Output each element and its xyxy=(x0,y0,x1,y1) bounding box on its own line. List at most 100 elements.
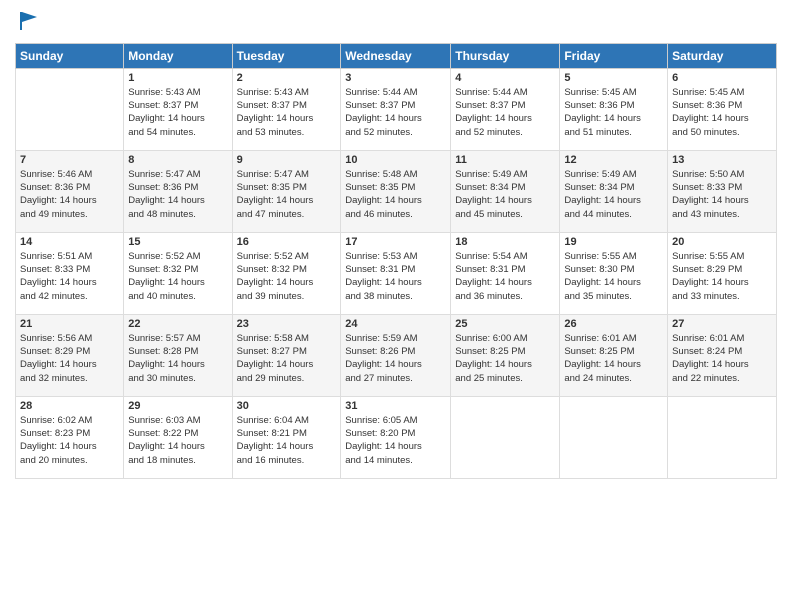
day-number: 4 xyxy=(455,72,555,84)
day-cell: 9Sunrise: 5:47 AM Sunset: 8:35 PM Daylig… xyxy=(232,150,341,232)
page: SundayMondayTuesdayWednesdayThursdayFrid… xyxy=(0,0,792,612)
day-info: Sunrise: 5:44 AM Sunset: 8:37 PM Dayligh… xyxy=(455,86,555,139)
day-info: Sunrise: 5:53 AM Sunset: 8:31 PM Dayligh… xyxy=(345,250,446,303)
day-cell: 13 Sunrise: 5:50 AM Sunset: 8:33 PM Dayli… xyxy=(668,150,777,232)
day-cell: 3 Sunrise: 5:44 AM Sunset: 8:37 PM Daylig… xyxy=(341,68,451,150)
day-cell xyxy=(451,396,560,478)
day-number: 17 xyxy=(345,236,446,248)
day-cell: 24 Sunrise: 5:59 AM Sunset: 8:26 PM Dayli… xyxy=(341,314,451,396)
day-cell: 27 Sunrise: 6:01 AM Sunset: 8:24 PM Dayli… xyxy=(668,314,777,396)
day-info: Sunrise: 5:56 AM Sunset: 8:29 PM Dayligh… xyxy=(20,332,119,385)
day-info: Sunrise: 5:46 AM Sunset: 8:36 PM Dayligh… xyxy=(20,168,119,221)
day-number: 12 xyxy=(564,154,663,166)
day-info: Sunrise: 6:01 AM Sunset: 8:25 PM Dayligh… xyxy=(564,332,663,385)
week-row-1: 1 Sunrise: 5:43 AM Sunset: 8:37 PM Daylig… xyxy=(16,68,777,150)
day-number: 22 xyxy=(128,318,227,330)
day-cell: 26 Sunrise: 6:01 AM Sunset: 8:25 PM Dayli… xyxy=(560,314,668,396)
day-cell: 4 Sunrise: 5:44 AM Sunset: 8:37 PM Daylig… xyxy=(451,68,560,150)
day-cell xyxy=(668,396,777,478)
day-info: Sunrise: 5:47 AM Sunset: 8:35 PM Dayligh… xyxy=(237,168,337,221)
day-info: Sunrise: 5:43 AM Sunset: 8:37 PM Dayligh… xyxy=(128,86,227,139)
day-cell: 7 Sunrise: 5:46 AM Sunset: 8:36 PM Daylig… xyxy=(16,150,124,232)
day-info: Sunrise: 6:03 AM Sunset: 8:22 PM Dayligh… xyxy=(128,414,227,467)
day-number: 13 xyxy=(672,154,772,166)
day-cell: 12 Sunrise: 5:49 AM Sunset: 8:34 PM Dayli… xyxy=(560,150,668,232)
day-number: 20 xyxy=(672,236,772,248)
day-info: Sunrise: 5:51 AM Sunset: 8:33 PM Dayligh… xyxy=(20,250,119,303)
day-info: Sunrise: 5:49 AM Sunset: 8:34 PM Dayligh… xyxy=(455,168,555,221)
header-cell-wednesday: Wednesday xyxy=(341,43,451,68)
day-info: Sunrise: 5:50 AM Sunset: 8:33 PM Dayligh… xyxy=(672,168,772,221)
header-cell-monday: Monday xyxy=(124,43,232,68)
day-cell: 22 Sunrise: 5:57 AM Sunset: 8:28 PM Dayli… xyxy=(124,314,232,396)
day-number: 25 xyxy=(455,318,555,330)
day-cell: 29Sunrise: 6:03 AM Sunset: 8:22 PM Dayli… xyxy=(124,396,232,478)
header-row: SundayMondayTuesdayWednesdayThursdayFrid… xyxy=(16,43,777,68)
day-cell: 20Sunrise: 5:55 AM Sunset: 8:29 PM Dayli… xyxy=(668,232,777,314)
logo-flag-icon xyxy=(17,10,39,32)
day-number: 31 xyxy=(345,400,446,412)
header-cell-friday: Friday xyxy=(560,43,668,68)
day-cell: 25Sunrise: 6:00 AM Sunset: 8:25 PM Dayli… xyxy=(451,314,560,396)
day-cell xyxy=(560,396,668,478)
day-number: 24 xyxy=(345,318,446,330)
day-number: 14 xyxy=(20,236,119,248)
logo xyxy=(15,10,39,37)
day-cell: 31 Sunrise: 6:05 AM Sunset: 8:20 PM Dayli… xyxy=(341,396,451,478)
day-info: Sunrise: 5:54 AM Sunset: 8:31 PM Dayligh… xyxy=(455,250,555,303)
day-info: Sunrise: 5:44 AM Sunset: 8:37 PM Dayligh… xyxy=(345,86,446,139)
day-cell: 5 Sunrise: 5:45 AM Sunset: 8:36 PM Daylig… xyxy=(560,68,668,150)
day-number: 1 xyxy=(128,72,227,84)
day-number: 11 xyxy=(455,154,555,166)
day-cell: 16 Sunrise: 5:52 AM Sunset: 8:32 PM Dayli… xyxy=(232,232,341,314)
header-cell-thursday: Thursday xyxy=(451,43,560,68)
day-number: 27 xyxy=(672,318,772,330)
day-number: 10 xyxy=(345,154,446,166)
day-cell: 30 Sunrise: 6:04 AM Sunset: 8:21 PM Dayli… xyxy=(232,396,341,478)
day-info: Sunrise: 6:02 AM Sunset: 8:23 PM Dayligh… xyxy=(20,414,119,467)
day-info: Sunrise: 5:47 AM Sunset: 8:36 PM Dayligh… xyxy=(128,168,227,221)
day-info: Sunrise: 5:59 AM Sunset: 8:26 PM Dayligh… xyxy=(345,332,446,385)
day-info: Sunrise: 6:01 AM Sunset: 8:24 PM Dayligh… xyxy=(672,332,772,385)
day-info: Sunrise: 5:57 AM Sunset: 8:28 PM Dayligh… xyxy=(128,332,227,385)
day-info: Sunrise: 5:45 AM Sunset: 8:36 PM Dayligh… xyxy=(564,86,663,139)
day-info: Sunrise: 5:48 AM Sunset: 8:35 PM Dayligh… xyxy=(345,168,446,221)
header-cell-tuesday: Tuesday xyxy=(232,43,341,68)
day-cell: 15 Sunrise: 5:52 AM Sunset: 8:32 PM Dayli… xyxy=(124,232,232,314)
day-cell xyxy=(16,68,124,150)
day-number: 21 xyxy=(20,318,119,330)
day-number: 18 xyxy=(455,236,555,248)
day-cell: 23Sunrise: 5:58 AM Sunset: 8:27 PM Dayli… xyxy=(232,314,341,396)
header-cell-sunday: Sunday xyxy=(16,43,124,68)
day-number: 6 xyxy=(672,72,772,84)
day-number: 2 xyxy=(237,72,337,84)
day-info: Sunrise: 5:52 AM Sunset: 8:32 PM Dayligh… xyxy=(237,250,337,303)
day-number: 8 xyxy=(128,154,227,166)
day-cell: 14 Sunrise: 5:51 AM Sunset: 8:33 PM Dayli… xyxy=(16,232,124,314)
day-cell: 8 Sunrise: 5:47 AM Sunset: 8:36 PM Daylig… xyxy=(124,150,232,232)
day-info: Sunrise: 5:52 AM Sunset: 8:32 PM Dayligh… xyxy=(128,250,227,303)
day-cell: 11 Sunrise: 5:49 AM Sunset: 8:34 PM Dayli… xyxy=(451,150,560,232)
week-row-5: 28 Sunrise: 6:02 AM Sunset: 8:23 PM Dayli… xyxy=(16,396,777,478)
day-info: Sunrise: 6:04 AM Sunset: 8:21 PM Dayligh… xyxy=(237,414,337,467)
day-info: Sunrise: 5:43 AM Sunset: 8:37 PM Dayligh… xyxy=(237,86,337,139)
day-number: 30 xyxy=(237,400,337,412)
day-number: 3 xyxy=(345,72,446,84)
day-cell: 10 Sunrise: 5:48 AM Sunset: 8:35 PM Dayli… xyxy=(341,150,451,232)
day-number: 16 xyxy=(237,236,337,248)
day-cell: 1 Sunrise: 5:43 AM Sunset: 8:37 PM Daylig… xyxy=(124,68,232,150)
day-info: Sunrise: 5:49 AM Sunset: 8:34 PM Dayligh… xyxy=(564,168,663,221)
day-cell: 2 Sunrise: 5:43 AM Sunset: 8:37 PM Daylig… xyxy=(232,68,341,150)
day-cell: 21 Sunrise: 5:56 AM Sunset: 8:29 PM Dayli… xyxy=(16,314,124,396)
day-number: 28 xyxy=(20,400,119,412)
day-number: 15 xyxy=(128,236,227,248)
day-cell: 28 Sunrise: 6:02 AM Sunset: 8:23 PM Dayli… xyxy=(16,396,124,478)
week-row-2: 7 Sunrise: 5:46 AM Sunset: 8:36 PM Daylig… xyxy=(16,150,777,232)
calendar-table: SundayMondayTuesdayWednesdayThursdayFrid… xyxy=(15,43,777,479)
day-number: 19 xyxy=(564,236,663,248)
day-number: 5 xyxy=(564,72,663,84)
day-info: Sunrise: 6:05 AM Sunset: 8:20 PM Dayligh… xyxy=(345,414,446,467)
day-number: 7 xyxy=(20,154,119,166)
day-number: 26 xyxy=(564,318,663,330)
day-info: Sunrise: 5:58 AM Sunset: 8:27 PM Dayligh… xyxy=(237,332,337,385)
